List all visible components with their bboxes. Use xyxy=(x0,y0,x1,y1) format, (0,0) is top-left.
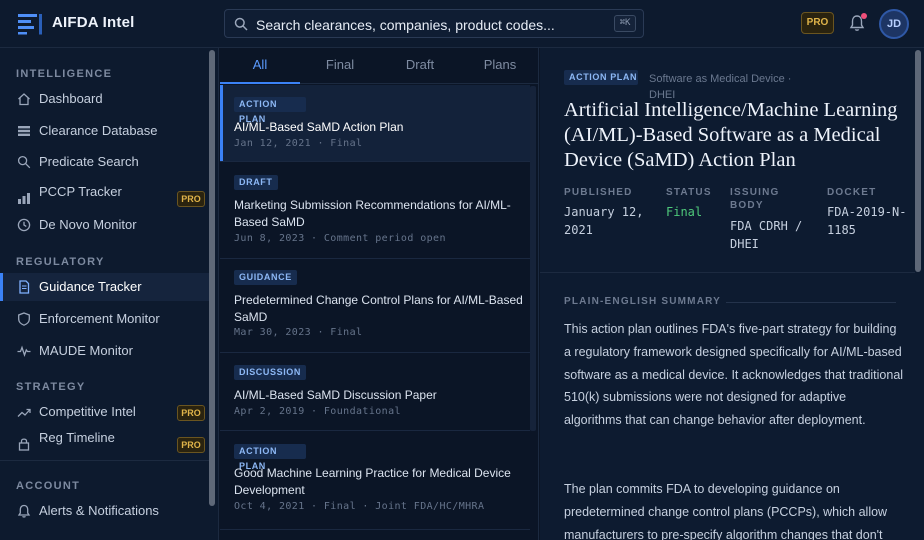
sidebar-item-label: Competitive Intel xyxy=(39,404,136,419)
section-label-account: ACCOUNT xyxy=(16,480,81,492)
doc-type-tag: DRAFT xyxy=(234,175,278,190)
list-item-title: Good Machine Learning Practice for Medic… xyxy=(234,466,511,497)
sidebar-item-label: PCCP Tracker xyxy=(39,184,122,199)
sidebar-item-label: Clearance Database xyxy=(39,123,158,138)
summary-paragraph: This action plan outlines FDA's five-par… xyxy=(564,322,904,428)
pro-badge: PRO xyxy=(177,437,205,453)
sidebar-item-pccp-tracker[interactable]: PCCP Tracker PRO xyxy=(0,184,209,212)
sidebar-item-label: MAUDE Monitor xyxy=(39,343,133,358)
sidebar-divider xyxy=(0,460,209,461)
app-name[interactable]: AIFDA Intel xyxy=(52,14,134,31)
tab-plans[interactable]: Plans xyxy=(460,48,538,84)
filter-tabs: All Final Draft Plans xyxy=(220,48,538,84)
status-badge: Final xyxy=(666,205,703,219)
summary-label: PLAIN-ENGLISH SUMMARY xyxy=(564,296,722,307)
pulse-icon xyxy=(17,345,31,357)
issuing-body-label: ISSUING BODY xyxy=(730,187,780,211)
pro-badge[interactable]: PRO xyxy=(801,12,834,34)
page-title: Artificial Intelligence/Machine Learning… xyxy=(564,99,898,171)
docket-value[interactable]: FDA-2019-N-1185 xyxy=(827,203,907,239)
search-input[interactable]: Search clearances, companies, product co… xyxy=(256,17,555,33)
sidebar-item-predicate-search[interactable]: Predicate Search xyxy=(0,148,209,176)
list-item-meta: Apr 2, 2019 · Foundational xyxy=(234,406,401,417)
docket-label: DOCKET xyxy=(827,187,877,198)
database-icon xyxy=(18,126,30,136)
shield-icon xyxy=(18,312,30,326)
sidebar-item-label: Guidance Tracker xyxy=(39,279,142,294)
tab-all[interactable]: All xyxy=(220,48,300,84)
sidebar-item-competitive-intel[interactable]: Competitive Intel PRO xyxy=(0,398,209,426)
notification-dot xyxy=(861,13,867,19)
summary-paragraph: The plan commits FDA to developing guida… xyxy=(564,482,888,540)
sidebar-item-label: De Novo Monitor xyxy=(39,217,137,232)
doc-type-tag: DISCUSSION xyxy=(234,365,307,380)
sidebar-item-maude-monitor[interactable]: MAUDE Monitor xyxy=(0,337,209,365)
search-icon xyxy=(17,155,31,169)
doc-type-tag: ACTION PLAN xyxy=(234,97,306,124)
search-icon xyxy=(234,17,248,31)
list-item-title: AI/ML-Based SaMD Action Plan xyxy=(234,120,404,134)
list-item[interactable]: DISCUSSION AI/ML-Based SaMD Discussion P… xyxy=(220,353,530,431)
logo-icon[interactable] xyxy=(18,13,42,35)
detail-pane: ACTION PLAN Software as Medical Device ·… xyxy=(540,48,924,540)
list-item[interactable]: GUIDANCE Predetermined Change Control Pl… xyxy=(220,259,530,353)
divider xyxy=(540,272,915,273)
list-scrollbar[interactable] xyxy=(530,86,536,431)
trend-icon xyxy=(17,408,31,417)
list-item-title: AI/ML-Based SaMD Discussion Paper xyxy=(234,388,437,402)
section-label-intelligence: INTELLIGENCE xyxy=(16,68,113,80)
detail-scrollbar[interactable] xyxy=(915,50,921,272)
doc-type-tag: GUIDANCE xyxy=(234,270,297,285)
sidebar-item-label: Enforcement Monitor xyxy=(39,311,160,326)
clock-icon xyxy=(17,218,31,232)
section-label-regulatory: REGULATORY xyxy=(16,256,105,268)
top-bar: AIFDA Intel Search clearances, companies… xyxy=(0,0,924,48)
published-value: January 12, 2021 xyxy=(564,205,644,237)
sidebar-item-label: Alerts & Notifications xyxy=(39,503,159,518)
published-label: PUBLISHED xyxy=(564,187,633,198)
sidebar-item-label: Predicate Search xyxy=(39,154,139,169)
divider xyxy=(726,302,896,303)
list-item-meta: Mar 30, 2023 · Final xyxy=(234,327,363,338)
tab-final[interactable]: Final xyxy=(300,48,380,84)
tab-draft[interactable]: Draft xyxy=(380,48,460,84)
list-item-meta: Jan 12, 2021 · Final xyxy=(234,138,363,149)
list-item-title: Predetermined Change Control Plans for A… xyxy=(234,293,523,324)
sidebar-item-dashboard[interactable]: Dashboard xyxy=(0,85,209,113)
search-bar[interactable]: Search clearances, companies, product co… xyxy=(224,9,644,38)
sidebar: INTELLIGENCE Dashboard Clearance Databas… xyxy=(0,48,219,540)
guidance-list: All Final Draft Plans ACTION PLAN AI/ML-… xyxy=(220,48,539,540)
home-icon xyxy=(18,93,30,106)
bell-icon xyxy=(17,504,31,518)
sidebar-item-label: Dashboard xyxy=(39,91,103,106)
lock-icon xyxy=(18,438,30,451)
bar-chart-icon xyxy=(18,193,30,204)
sidebar-scrollbar[interactable] xyxy=(209,50,215,506)
section-label-strategy: STRATEGY xyxy=(16,381,86,393)
list-item[interactable]: ACTION PLAN Good Machine Learning Practi… xyxy=(220,431,530,530)
avatar[interactable]: JD xyxy=(879,9,909,39)
shortcut-hint: ⌘K xyxy=(614,15,636,32)
status-label: STATUS xyxy=(666,187,712,198)
list-item[interactable]: ACTION PLAN AI/ML-Based SaMD Action Plan… xyxy=(220,85,530,162)
doc-type-tag: ACTION PLAN xyxy=(234,444,306,471)
sidebar-item-guidance-tracker[interactable]: Guidance Tracker xyxy=(0,273,209,301)
pro-badge: PRO xyxy=(177,191,205,207)
sidebar-item-reg-timeline[interactable]: Reg Timeline PRO xyxy=(0,430,209,458)
sidebar-item-label: Reg Timeline xyxy=(39,430,115,445)
sidebar-item-de-novo-monitor[interactable]: De Novo Monitor xyxy=(0,211,209,239)
doc-type-tag: ACTION PLAN xyxy=(564,70,638,85)
list-item-meta: Oct 4, 2021 · Final · Joint FDA/HC/MHRA xyxy=(234,501,485,512)
list-item-title: Marketing Submission Recommendations for… xyxy=(234,198,511,229)
list-item-meta: Jun 8, 2023 · Comment period open xyxy=(234,233,446,244)
list-item[interactable]: DRAFT Marketing Submission Recommendatio… xyxy=(220,162,530,259)
sidebar-item-clearance-database[interactable]: Clearance Database xyxy=(0,117,209,145)
pro-badge: PRO xyxy=(177,405,205,421)
sidebar-item-enforcement-monitor[interactable]: Enforcement Monitor xyxy=(0,305,209,333)
issuing-body-value: FDA CDRH / DHEI xyxy=(730,219,803,251)
document-icon xyxy=(19,280,30,294)
sidebar-item-alerts-notifications[interactable]: Alerts & Notifications xyxy=(0,497,209,525)
